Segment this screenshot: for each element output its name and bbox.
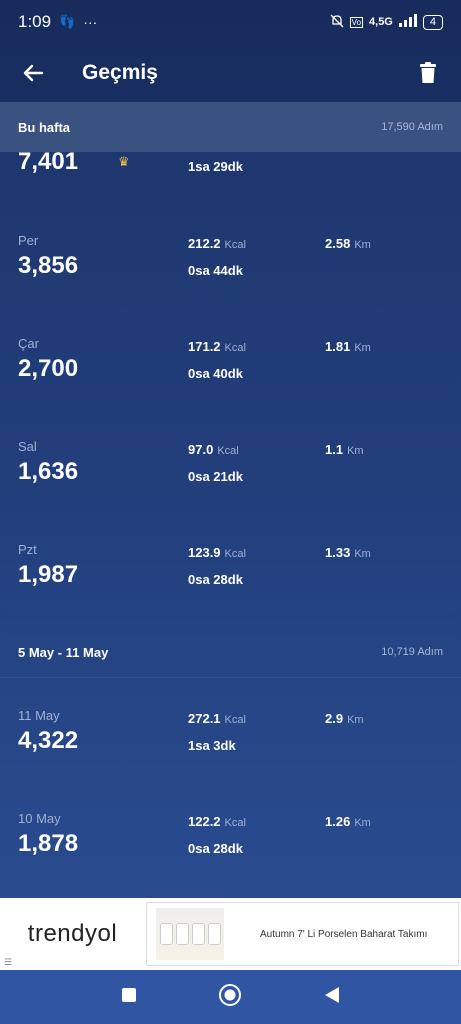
week-card: 5 May - 11 May 10,719 Adım 11 May 4,322 …	[0, 627, 461, 898]
day-kcal: 272.1 Kcal	[188, 711, 246, 726]
circle-icon	[219, 983, 242, 1006]
ad-menu-icon[interactable]: ☰	[4, 957, 12, 968]
status-bar: 1:09 👣 ··· Vo 4,5G 4	[0, 0, 461, 44]
divider	[0, 677, 461, 678]
day-row[interactable]: Sal 1,636 97.0 Kcal 0sa 21dk 1.1 Km	[0, 434, 461, 537]
volte-icon: Vo	[349, 16, 364, 28]
day-km: 1.26 Km	[325, 814, 371, 829]
day-row[interactable]: Pzt 1,987 123.9 Kcal 0sa 28dk 1.33 Km	[0, 537, 461, 640]
day-kcal: 171.2 Kcal	[188, 339, 246, 354]
day-steps: 3,856	[18, 252, 79, 279]
battery-icon: 4	[422, 14, 443, 30]
day-steps: 4,322	[18, 727, 79, 754]
trash-icon	[420, 62, 436, 83]
crown-icon: ♛	[118, 154, 130, 169]
day-duration: 1sa 3dk	[188, 738, 236, 753]
day-duration: 0sa 21dk	[188, 469, 243, 484]
day-duration: 0sa 44dk	[188, 263, 243, 278]
day-duration: 1sa 29dk	[188, 159, 243, 174]
steps-notification-icon: 👣	[59, 14, 76, 29]
day-km: 1.33 Km	[325, 545, 371, 560]
ad-product-text: Autumn 7' Li Porselen Baharat Takımı	[260, 928, 428, 940]
day-label: Sal	[18, 439, 37, 454]
day-steps: 2,700	[18, 355, 79, 382]
triangle-back-icon	[325, 986, 340, 1003]
day-kcal: 97.0 Kcal	[188, 442, 239, 457]
day-steps: 1,878	[18, 830, 79, 857]
day-km: 2.9 Km	[325, 711, 364, 726]
week-total: 10,719 Adım	[381, 646, 443, 658]
home-button[interactable]	[218, 983, 242, 1012]
day-label: Çar	[18, 336, 39, 351]
day-label: 11 May	[18, 708, 60, 723]
ad-product-image	[156, 908, 224, 960]
week-label: Bu hafta	[18, 119, 70, 135]
recents-button[interactable]	[121, 987, 137, 1008]
week-header-sticky: Bu hafta 17,590 Adım	[0, 102, 461, 152]
week-header: 5 May - 11 May 10,719 Adım	[0, 627, 461, 677]
system-nav-bar	[0, 970, 461, 1024]
day-duration: 0sa 28dk	[188, 572, 243, 587]
mute-icon	[330, 14, 344, 31]
day-row[interactable]: Per 3,856 212.2 Kcal 0sa 44dk 2.58 Km	[0, 228, 461, 331]
day-steps: 1,636	[18, 458, 79, 485]
day-km: 1.81 Km	[325, 339, 371, 354]
back-button[interactable]	[18, 58, 48, 88]
week-total: 17,590 Adım	[381, 121, 443, 133]
ad-brand-logo: trendyol	[27, 920, 118, 947]
back-nav-button[interactable]	[324, 986, 340, 1009]
status-time: 1:09	[18, 12, 52, 31]
day-row[interactable]: 10 May 1,878 122.2 Kcal 0sa 28dk 1.26 Km	[0, 811, 461, 898]
app-bar: Geçmiş	[0, 44, 461, 102]
day-km: 1.1 Km	[325, 442, 364, 457]
day-steps: 7,401	[18, 148, 79, 175]
day-label: Pzt	[18, 542, 37, 557]
day-steps: 1,987	[18, 561, 79, 588]
delete-button[interactable]	[413, 58, 443, 88]
network-type: 4,5G	[369, 16, 393, 28]
week-label: 5 May - 11 May	[18, 644, 109, 660]
page-title: Geçmiş	[82, 61, 158, 84]
day-kcal: 123.9 Kcal	[188, 545, 246, 560]
day-row[interactable]: Çar 2,700 171.2 Kcal 0sa 40dk 1.81 Km	[0, 331, 461, 434]
signal-icon	[398, 14, 417, 30]
more-notifications-icon: ···	[83, 14, 98, 30]
day-row[interactable]: 11 May 4,322 272.1 Kcal 1sa 3dk 2.9 Km	[0, 708, 461, 811]
ad-banner[interactable]: trendyol Autumn 7' Li Porselen Baharat T…	[0, 898, 461, 970]
square-icon	[121, 987, 136, 1002]
history-list[interactable]: Bu hafta 17,590 Adım 7,401 ♛ 1sa 29dk Pe…	[0, 102, 461, 898]
arrow-left-icon	[23, 64, 44, 82]
ad-product-box[interactable]: Autumn 7' Li Porselen Baharat Takımı	[146, 902, 459, 966]
day-duration: 0sa 28dk	[188, 841, 243, 856]
day-km: 2.58 Km	[325, 236, 371, 251]
day-kcal: 122.2 Kcal	[188, 814, 246, 829]
day-duration: 0sa 40dk	[188, 366, 243, 381]
day-label: Per	[18, 233, 39, 248]
week-card: 7,401 ♛ 1sa 29dk Per 3,856 212.2 Kcal 0sa…	[0, 102, 461, 615]
day-kcal: 212.2 Kcal	[188, 236, 246, 251]
day-label: 10 May	[18, 811, 61, 826]
